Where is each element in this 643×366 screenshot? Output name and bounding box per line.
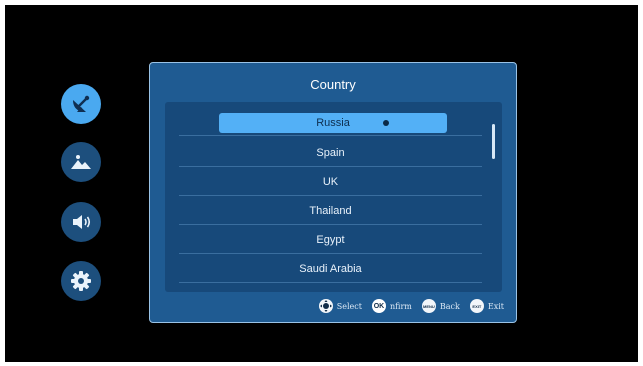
list-item[interactable]: Saudi Arabia (179, 255, 482, 283)
ok-button-icon: OK (371, 299, 386, 313)
list-item[interactable]: Thailand (179, 197, 482, 225)
list-item[interactable]: Spain (179, 139, 482, 167)
sidebar-item-picture[interactable] (61, 142, 101, 182)
key-hint-bar: Select OK nfirm MENU Back EXIT Exit (318, 299, 504, 313)
hint-select-label: Select (336, 301, 362, 311)
hint-back-label: Back (439, 301, 460, 311)
list-item-label: Saudi Arabia (299, 262, 362, 275)
hint-select: Select (318, 299, 362, 313)
list-item-label: UK (322, 175, 339, 188)
exit-button-icon: EXIT (469, 299, 484, 313)
list-item[interactable]: UK (179, 168, 482, 196)
hint-back: MENU Back (421, 299, 460, 313)
list-item-label: Russia (316, 117, 350, 129)
sidebar-item-sound[interactable] (61, 202, 101, 242)
hint-confirm-label: nfirm (389, 301, 412, 311)
list-item-label: Thailand (309, 204, 352, 217)
tv-screen: Country Russia Spain UK Thailand Egypt S… (5, 5, 638, 362)
dpad-icon (318, 299, 333, 313)
sidebar-item-channel[interactable] (61, 84, 101, 124)
satellite-dish-icon (73, 95, 90, 112)
list-item[interactable]: Egypt (179, 226, 482, 254)
list-item-label: Spain (316, 146, 345, 159)
hint-exit-label: Exit (487, 301, 504, 311)
picture-icon (71, 155, 91, 169)
dialog-title: Country (310, 77, 356, 92)
menu-button-icon: MENU (421, 299, 436, 313)
hint-exit: EXIT Exit (469, 299, 504, 313)
hint-confirm: OK nfirm (371, 299, 412, 313)
selected-dot-icon (383, 120, 389, 126)
scrollbar[interactable] (492, 124, 495, 159)
speaker-icon (73, 215, 91, 229)
list-item-label: Egypt (316, 233, 345, 246)
gear-icon (71, 271, 91, 291)
sidebar-item-settings[interactable] (61, 261, 101, 301)
divider (179, 135, 482, 136)
list-item-selected[interactable]: Russia (219, 113, 447, 133)
country-list: Russia Spain UK Thailand Egypt Saudi Ara… (165, 102, 502, 292)
country-dialog: Country Russia Spain UK Thailand Egypt S… (149, 62, 517, 323)
